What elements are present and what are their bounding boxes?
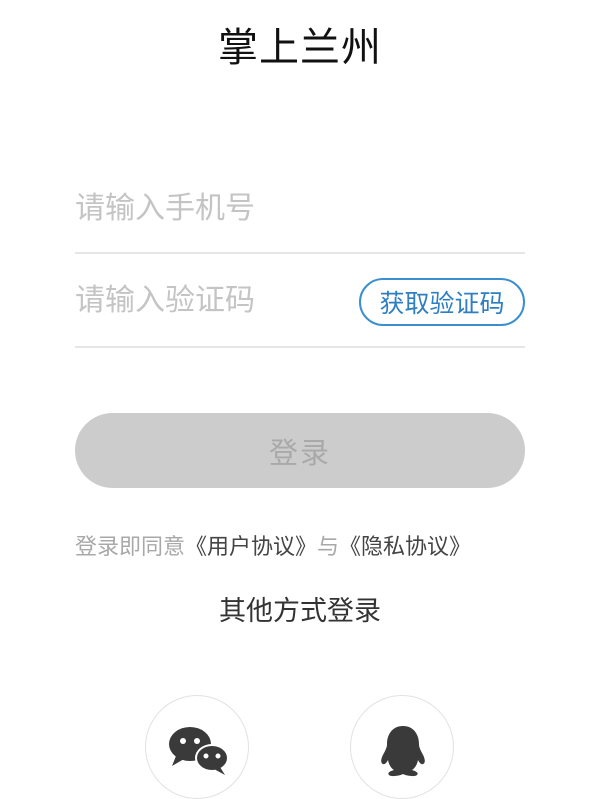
user-agreement-link[interactable]: 《用户协议》	[185, 535, 317, 560]
agreement-text: 登录即同意《用户协议》与《隐私协议》	[75, 530, 545, 566]
qq-icon	[381, 726, 425, 777]
agreement-connector: 与	[317, 535, 340, 560]
phone-input[interactable]	[75, 186, 525, 230]
login-button[interactable]: 登录	[75, 413, 525, 488]
agreement-prefix: 登录即同意	[75, 535, 186, 560]
get-code-button[interactable]: 获取验证码	[359, 278, 525, 326]
privacy-agreement-link[interactable]: 《隐私协议》	[339, 535, 471, 560]
code-field-row: 获取验证码	[75, 262, 525, 348]
page-title: 掌上兰州	[218, 25, 382, 71]
qq-login-button[interactable]	[350, 695, 454, 799]
wechat-icon	[169, 727, 229, 775]
wechat-login-button[interactable]	[145, 695, 249, 799]
verification-code-input[interactable]	[75, 278, 345, 322]
phone-field-row	[75, 168, 525, 254]
login-page: 掌上兰州 获取验证码 登录 登录即同意《用户协议》与《隐私协议》 其他方式登录	[0, 0, 600, 799]
other-login-title: 其他方式登录	[219, 596, 381, 627]
